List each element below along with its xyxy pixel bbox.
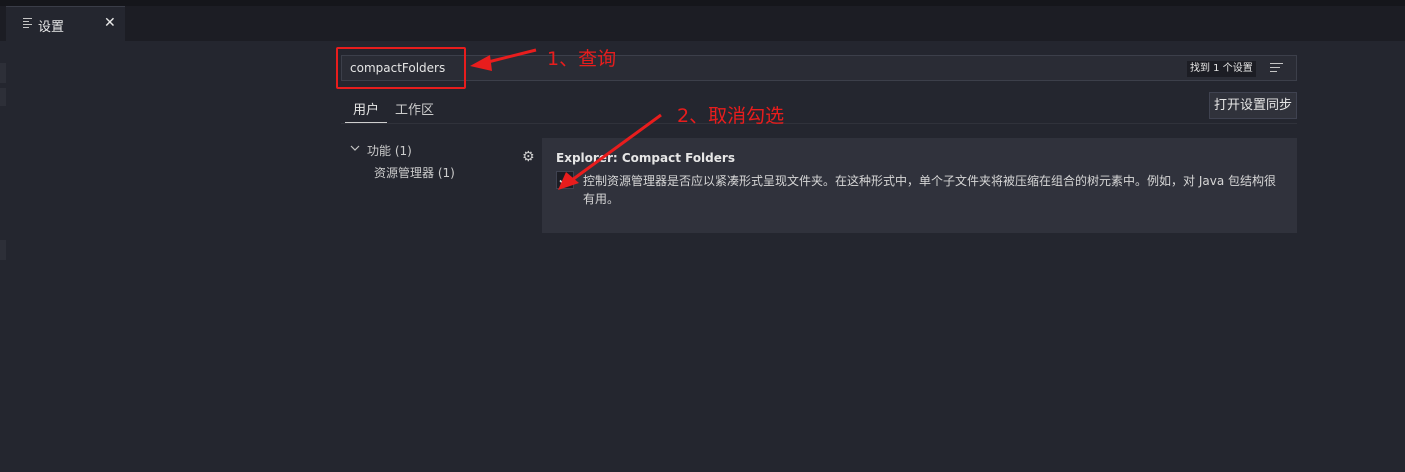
arrow-step1 bbox=[483, 48, 537, 65]
arrowhead-step2 bbox=[558, 172, 579, 190]
arrow-step2 bbox=[571, 113, 662, 182]
arrowhead-step1 bbox=[470, 55, 492, 71]
annotation-arrows bbox=[470, 48, 662, 190]
